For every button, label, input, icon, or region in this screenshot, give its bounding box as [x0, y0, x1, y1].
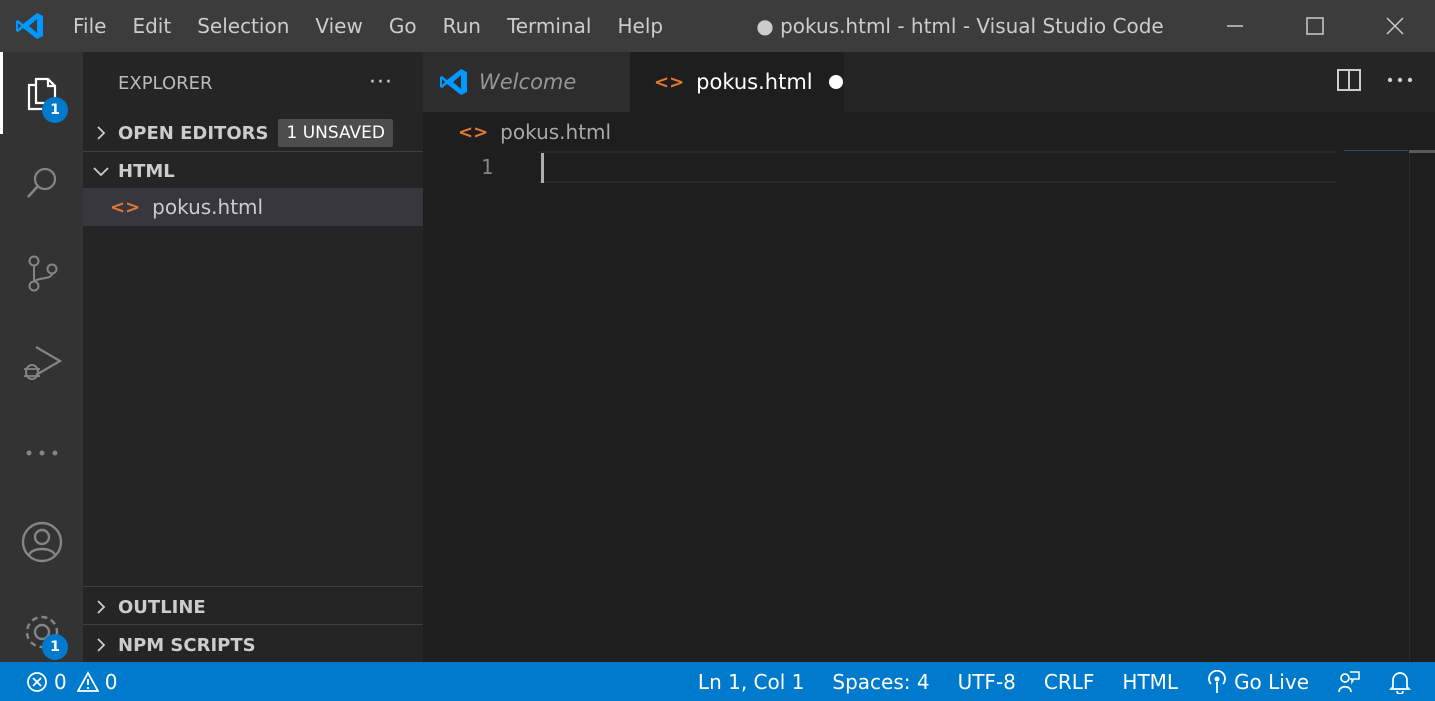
vertical-scrollbar[interactable]: [1409, 150, 1435, 662]
maximize-button[interactable]: [1275, 0, 1355, 52]
chevron-right-icon: [83, 638, 118, 652]
ellipsis-icon: [26, 450, 57, 456]
language-mode[interactable]: HTML: [1122, 670, 1178, 694]
menu-selection[interactable]: Selection: [184, 0, 302, 52]
current-line-highlight: [538, 151, 1336, 183]
cursor-position[interactable]: Ln 1, Col 1: [698, 670, 804, 694]
search-icon: [26, 167, 56, 198]
manage-button[interactable]: 1: [0, 592, 83, 672]
feedback-button[interactable]: [1337, 670, 1361, 694]
editor-tabs: Welcome <> pokus.html: [423, 52, 1435, 112]
run-debug-icon: [23, 346, 62, 380]
explorer-header: EXPLORER ···: [83, 52, 423, 114]
title-bar: File Edit Selection View Go Run Terminal…: [0, 0, 1435, 52]
menu-terminal[interactable]: Terminal: [494, 0, 605, 52]
file-tree-item[interactable]: <> pokus.html: [83, 188, 423, 226]
indentation[interactable]: Spaces: 4: [832, 670, 929, 694]
warning-icon: [76, 670, 99, 692]
close-icon: [1386, 17, 1404, 35]
minimize-icon: [1227, 25, 1243, 27]
outline-label: OUTLINE: [118, 596, 206, 618]
editor-actions: [1335, 66, 1415, 94]
chevron-right-icon: [83, 600, 118, 614]
feedback-icon: [1338, 670, 1360, 692]
source-control-icon: [28, 255, 57, 292]
npm-scripts-section[interactable]: NPM SCRIPTS: [83, 626, 423, 664]
explorer-button[interactable]: 1: [0, 53, 83, 133]
tab-welcome[interactable]: Welcome: [423, 52, 630, 112]
tab-label: pokus.html: [696, 70, 813, 94]
split-editor-icon[interactable]: [1335, 66, 1363, 94]
menu-bar: File Edit Selection View Go Run Terminal…: [60, 0, 676, 52]
go-live-label: Go Live: [1234, 669, 1309, 694]
vscode-logo-icon: [0, 0, 60, 52]
warning-count: 0: [104, 669, 118, 694]
unsaved-dot-icon[interactable]: [828, 75, 843, 89]
source-control-button[interactable]: [0, 233, 83, 313]
menu-edit[interactable]: Edit: [119, 0, 184, 52]
folder-label: HTML: [118, 160, 175, 182]
text-cursor: [541, 153, 544, 183]
error-icon: [27, 671, 47, 692]
section-divider: [83, 586, 423, 587]
menu-view[interactable]: View: [302, 0, 375, 52]
close-button[interactable]: [1355, 0, 1435, 52]
error-count: 0: [54, 669, 67, 694]
scrollbar-marker: [1409, 150, 1435, 153]
window-title: ● pokus.html - html - Visual Studio Code: [756, 14, 1164, 38]
search-button[interactable]: [0, 143, 83, 223]
chevron-right-icon: [83, 126, 118, 140]
explorer-sidebar: EXPLORER ··· OPEN EDITORS 1 UNSAVED HTML…: [83, 52, 423, 662]
minimap-viewport: [1344, 150, 1408, 151]
file-name: pokus.html: [152, 195, 264, 219]
problems-status[interactable]: 0 0: [26, 662, 117, 701]
breadcrumb: <> pokus.html: [423, 112, 1435, 152]
account-icon: [21, 521, 62, 563]
run-debug-button[interactable]: [0, 323, 83, 403]
chevron-down-icon: [83, 164, 118, 178]
unsaved-badge: 1 UNSAVED: [278, 119, 393, 147]
menu-file[interactable]: File: [60, 0, 119, 52]
bell-icon: [1389, 671, 1411, 694]
settings-badge: 1: [42, 634, 68, 660]
npm-scripts-label: NPM SCRIPTS: [118, 634, 256, 656]
status-right-items: Ln 1, Col 1 Spaces: 4 UTF-8 CRLF HTML Go…: [670, 662, 1411, 701]
notifications-button[interactable]: [1389, 670, 1411, 694]
more-views-button[interactable]: [0, 413, 83, 493]
open-editors-label: OPEN EDITORS: [118, 122, 269, 144]
open-editors-section[interactable]: OPEN EDITORS 1 UNSAVED: [83, 114, 423, 152]
broadcast-icon: [1208, 669, 1226, 693]
outline-section[interactable]: OUTLINE: [83, 588, 423, 626]
accounts-button[interactable]: [0, 502, 83, 582]
end-of-line[interactable]: CRLF: [1044, 670, 1095, 694]
explorer-badge: 1: [42, 97, 68, 123]
menu-go[interactable]: Go: [376, 0, 430, 52]
folder-html-section[interactable]: HTML: [83, 152, 423, 190]
html-file-icon: <>: [458, 121, 489, 143]
tab-pokus-html[interactable]: <> pokus.html: [630, 52, 844, 112]
html-file-icon: <>: [110, 196, 141, 218]
code-editor[interactable]: 1: [423, 150, 1435, 662]
menu-run[interactable]: Run: [430, 0, 494, 52]
go-live-button[interactable]: Go Live: [1206, 669, 1309, 694]
explorer-title: EXPLORER: [118, 72, 213, 94]
line-number: 1: [481, 155, 494, 179]
tab-label: Welcome: [479, 70, 577, 94]
vscode-logo-icon: [440, 69, 467, 95]
section-divider: [83, 624, 423, 625]
maximize-icon: [1306, 17, 1324, 35]
more-actions-icon[interactable]: [1385, 75, 1415, 85]
activity-bar: 1 1: [0, 52, 83, 662]
minimize-button[interactable]: [1195, 0, 1275, 52]
encoding[interactable]: UTF-8: [958, 670, 1016, 694]
window-controls: [1195, 0, 1435, 52]
status-bar: 0 0 Ln 1, Col 1 Spaces: 4 UTF-8 CRLF HTM…: [0, 662, 1435, 701]
breadcrumb-file[interactable]: pokus.html: [500, 120, 611, 144]
html-file-icon: <>: [654, 71, 685, 93]
explorer-more-actions[interactable]: ···: [369, 70, 393, 95]
